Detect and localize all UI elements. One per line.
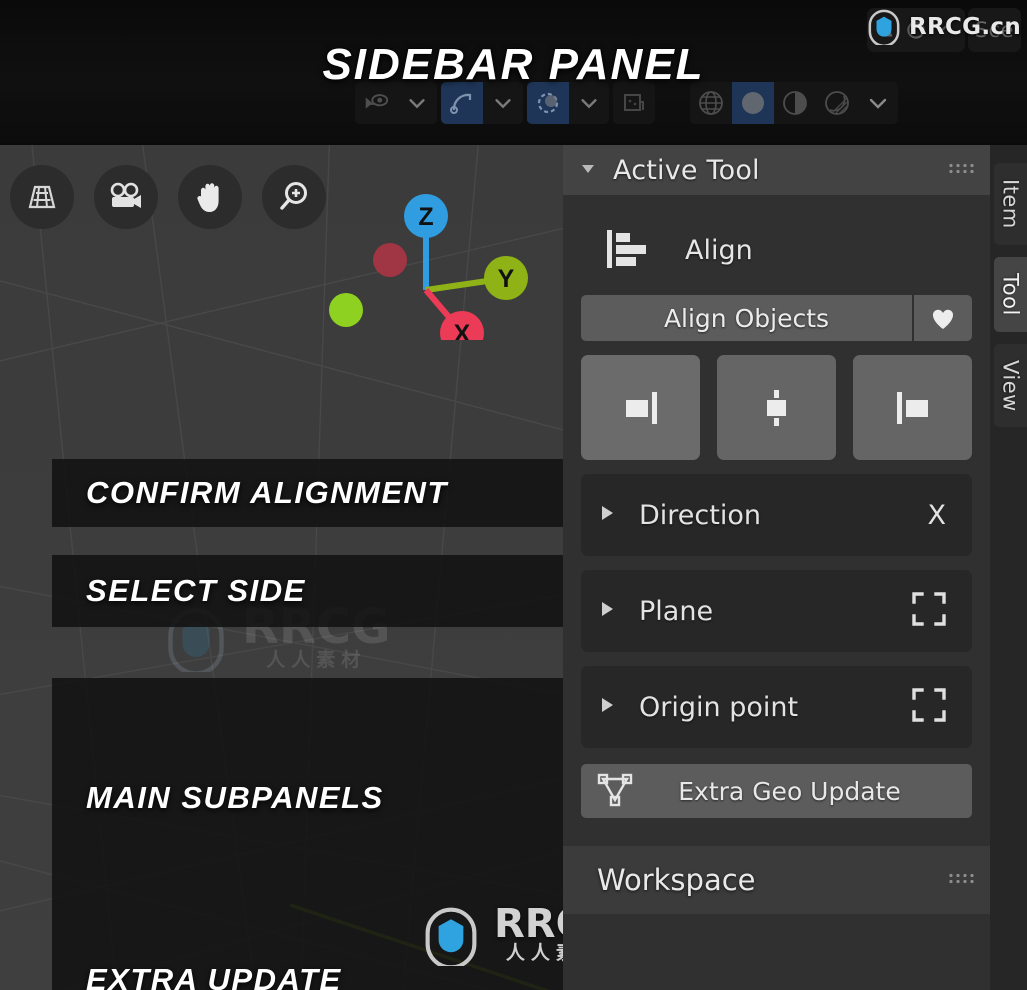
top-header-band: Sce RRCG.cn SIDEBAR PANEL: [0, 0, 1027, 145]
active-tool-body: Align Align Objects Direction X Plane Or…: [563, 195, 990, 832]
scene-name-chip[interactable]: Sce: [967, 8, 1021, 52]
sidebar-tab-tool[interactable]: Tool: [994, 256, 1027, 332]
sidebar-tab-item[interactable]: Item: [994, 163, 1027, 245]
shading-modes-group[interactable]: [690, 82, 898, 124]
annotation-extra-update: EXTRA UPDATE: [52, 946, 563, 990]
material-preview-icon[interactable]: [774, 82, 816, 124]
panel-header-active-tool[interactable]: Active Tool: [563, 145, 990, 195]
grip-dots-icon[interactable]: [948, 161, 974, 180]
extra-geo-update-button[interactable]: Extra Geo Update: [581, 764, 972, 818]
navigation-gizmo[interactable]: Z Y X: [326, 170, 541, 355]
header-shading-group[interactable]: [690, 80, 898, 126]
subpanel-label-origin-point: Origin point: [639, 691, 799, 723]
svg-text:Z: Z: [418, 203, 433, 231]
align-center-button[interactable]: [717, 355, 836, 460]
extra-geo-update-label: Extra Geo Update: [678, 776, 901, 806]
snap-dropdown-icon[interactable]: [483, 82, 523, 124]
gizmo-neg-y-ball: [373, 243, 407, 277]
world-icon: [903, 17, 929, 43]
mesh-data-icon: [595, 769, 635, 813]
scene-icon: [874, 17, 900, 43]
header-tool-group-left[interactable]: [355, 80, 655, 126]
solid-shading-icon[interactable]: [732, 82, 774, 124]
align-negative-side-button[interactable]: [581, 355, 700, 460]
sidebar-tab-view-label: View: [998, 359, 1023, 412]
subpanel-label-plane: Plane: [639, 595, 714, 627]
blender-ui-screenshot: Sce RRCG.cn SIDEBAR PANEL Z Y X CONFIRM …: [0, 0, 1027, 990]
transform-orientation-icon[interactable]: [613, 82, 655, 124]
proportional-edit-dropdown-icon[interactable]: [569, 82, 609, 124]
transform-orientation-group[interactable]: [613, 82, 655, 124]
pan-hand-icon[interactable]: [178, 165, 242, 229]
subpanel-label-direction: Direction: [639, 499, 761, 531]
svg-text:Y: Y: [498, 265, 515, 293]
viewport-3d[interactable]: Z Y X RRCG 人人素材 CONFIRM ALIGNMENT SELECT…: [0, 145, 563, 990]
sidebar-panel[interactable]: Active Tool Align Align Objects Directio…: [563, 145, 990, 990]
top-right-toolbar[interactable]: Sce: [866, 5, 1021, 55]
zoom-magnifier-icon[interactable]: [262, 165, 326, 229]
align-objects-button[interactable]: Align Objects: [581, 295, 912, 341]
operator-row[interactable]: Align Objects: [581, 295, 972, 341]
proportional-edit-icon[interactable]: [527, 82, 569, 124]
panel-header-workspace[interactable]: Workspace: [563, 846, 990, 914]
heart-icon[interactable]: [914, 295, 972, 341]
align-tool-icon: [599, 222, 651, 278]
svg-text:X: X: [454, 320, 471, 340]
wireframe-icon[interactable]: [690, 82, 732, 124]
annotation-confirm-alignment: CONFIRM ALIGNMENT: [52, 459, 563, 527]
subpanel-row-direction[interactable]: Direction X: [581, 474, 972, 556]
snap-group[interactable]: [441, 82, 523, 124]
snap-magnet-icon[interactable]: [441, 82, 483, 124]
sidebar-tab-strip[interactable]: Item Tool View: [990, 145, 1027, 990]
perspective-grid-icon[interactable]: [10, 165, 74, 229]
viewport-nav-icons[interactable]: [10, 165, 326, 229]
align-positive-side-button[interactable]: [853, 355, 972, 460]
panel-title-active-tool: Active Tool: [613, 154, 760, 186]
panel-title-workspace: Workspace: [597, 863, 756, 897]
subpanel-value-direction[interactable]: X: [928, 500, 947, 531]
panel-collapse-triangle-icon[interactable]: [579, 159, 597, 181]
annotation-main-subpanels: MAIN SUBPANELS: [52, 678, 563, 946]
expand-triangle-icon[interactable]: [599, 696, 615, 718]
active-tool-row[interactable]: Align: [581, 207, 972, 293]
scene-name-label: Sce: [974, 18, 1014, 42]
proportional-edit-group[interactable]: [527, 82, 609, 124]
select-visibility-icon[interactable]: [355, 82, 397, 124]
bounds-brackets-icon[interactable]: [904, 584, 954, 638]
subpanel-row-origin-point[interactable]: Origin point: [581, 666, 972, 748]
rendered-shading-icon[interactable]: [816, 82, 858, 124]
expand-triangle-icon[interactable]: [599, 600, 615, 622]
subpanel-row-plane[interactable]: Plane: [581, 570, 972, 652]
grip-dots-icon[interactable]: [948, 871, 974, 890]
chevron-down-icon[interactable]: [932, 17, 958, 43]
scene-selector-chip[interactable]: [866, 8, 965, 52]
align-mode-buttons[interactable]: [581, 355, 972, 460]
active-tool-name: Align: [685, 234, 753, 266]
bounds-brackets-icon[interactable]: [904, 680, 954, 734]
select-visibility-dropdown-icon[interactable]: [397, 82, 437, 124]
sidebar-tab-view[interactable]: View: [994, 343, 1027, 428]
shading-dropdown-icon[interactable]: [858, 82, 898, 124]
gizmo-neg-x-ball: [329, 293, 363, 327]
expand-triangle-icon[interactable]: [599, 504, 615, 526]
sidebar-tab-item-label: Item: [998, 179, 1023, 229]
annotation-select-side: SELECT SIDE: [52, 555, 563, 627]
sidebar-tab-tool-label: Tool: [998, 272, 1023, 316]
camera-view-icon[interactable]: [94, 165, 158, 229]
select-visibility-group[interactable]: [355, 82, 437, 124]
